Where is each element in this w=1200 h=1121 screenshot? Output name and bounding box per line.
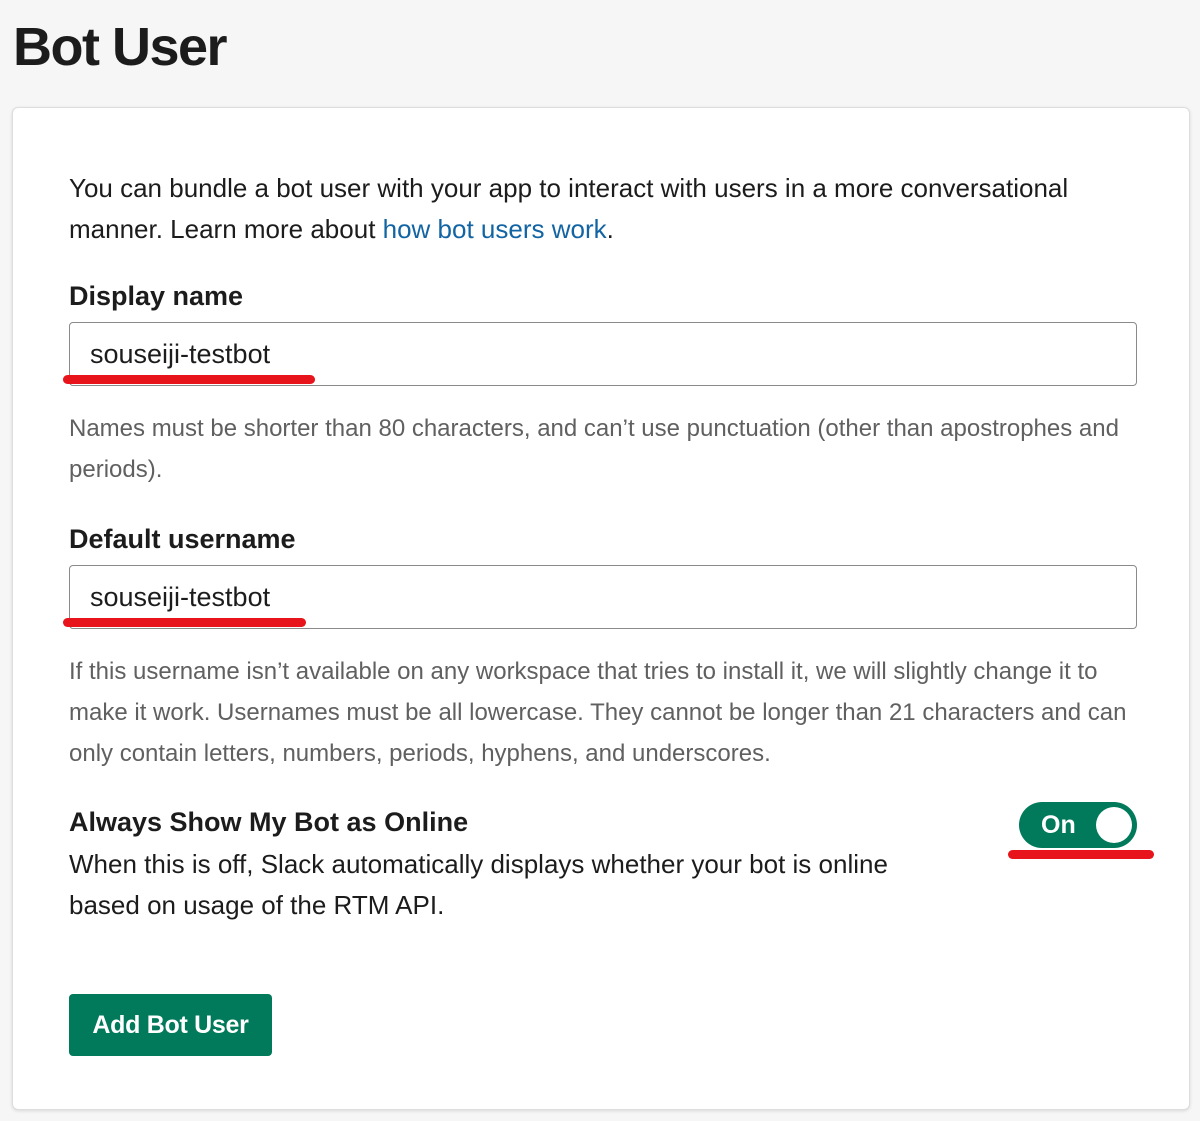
add-bot-user-button[interactable]: Add Bot User <box>69 994 272 1056</box>
bot-user-page: Bot User You can bundle a bot user with … <box>0 0 1200 1121</box>
default-username-annotation-underline <box>63 618 306 627</box>
display-name-annotation-underline <box>63 375 315 384</box>
always-online-description: When this is off, Slack automatically di… <box>69 849 888 920</box>
always-online-title: Always Show My Bot as Online <box>69 807 469 837</box>
always-online-toggle[interactable]: On <box>1019 802 1137 848</box>
display-name-hint: Names must be shorter than 80 characters… <box>69 415 1119 483</box>
page-title: Bot User <box>13 17 228 77</box>
intro-text: You can bundle a bot user with your app … <box>69 168 1149 250</box>
display-name-label: Display name <box>69 281 244 311</box>
toggle-knob <box>1096 807 1132 843</box>
default-username-label: Default username <box>69 524 296 554</box>
toggle-annotation-underline <box>1008 850 1154 859</box>
toggle-state-label: On <box>1041 811 1076 839</box>
bot-user-settings-card: You can bundle a bot user with your app … <box>12 107 1190 1110</box>
intro-suffix: . <box>606 214 614 244</box>
bot-users-help-link[interactable]: how bot users work <box>383 214 607 244</box>
default-username-hint: If this username isn’t available on any … <box>69 658 1127 767</box>
